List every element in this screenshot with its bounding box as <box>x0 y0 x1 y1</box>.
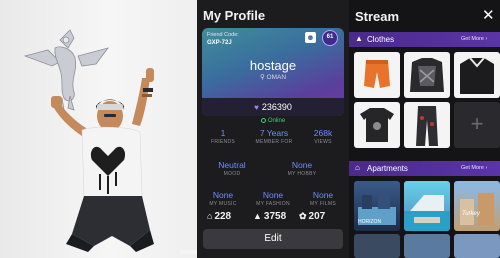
stat-label: FRIENDS <box>210 139 236 145</box>
online-clock-icon <box>260 118 266 123</box>
stream-panel: Stream ✕ ▲ Clothes Get More › + ⌂ Apartm… <box>349 0 500 258</box>
clothes-get-more-link[interactable]: Get More › <box>461 36 487 42</box>
count-value: 3758 <box>263 211 287 222</box>
shirt-icon: ▲ <box>253 211 262 221</box>
avatar-scene[interactable] <box>0 0 197 258</box>
credits-value: 236390 <box>261 102 292 112</box>
shorts-thumbnail <box>364 60 390 88</box>
hobby-label: MY HOBBY <box>287 171 317 177</box>
films-label: MY FILMS <box>310 201 336 207</box>
music-value: None <box>212 190 234 200</box>
friend-code-value: GXP-72J <box>207 40 232 46</box>
fashion-field[interactable]: None MY FASHION <box>249 190 297 207</box>
pants-thumbnail <box>416 106 438 146</box>
music-label: MY MUSIC <box>209 201 237 207</box>
pets-count[interactable]: ✿ 207 <box>299 211 325 222</box>
apartment-thumbnail <box>404 195 450 231</box>
avatar-head <box>96 99 124 131</box>
avatar-shirt <box>81 126 143 200</box>
stat-value: 268k <box>313 128 333 138</box>
location: ⚲ OMAN <box>202 73 344 81</box>
apartments-label: Apartments <box>367 164 408 173</box>
location-pin-icon: ⚲ <box>259 74 267 81</box>
paw-icon: ✿ <box>299 211 307 221</box>
credits-bar[interactable]: ♥ 236390 <box>202 98 344 116</box>
dragon-pet <box>23 29 110 113</box>
get-more-label: Get More <box>461 165 484 171</box>
hobby-value: None <box>291 160 313 170</box>
level-badge: 61 <box>322 30 338 46</box>
fashion-value: None <box>262 190 284 200</box>
get-more-label: Get More <box>461 36 484 42</box>
stat-friends[interactable]: 1 FRIENDS <box>201 128 245 145</box>
home-icon: ⌂ <box>207 211 213 221</box>
music-field[interactable]: None MY MUSIC <box>199 190 247 207</box>
mood-field[interactable]: Neutral MOOD <box>207 160 257 177</box>
apartment-item[interactable] <box>454 234 500 258</box>
count-value: 228 <box>214 211 232 222</box>
heart-icon: ♥ <box>254 103 259 112</box>
location-text: OMAN <box>266 74 287 81</box>
apartment-item[interactable] <box>404 234 450 258</box>
stat-member-for: 7 Years MEMBER FOR <box>249 128 299 145</box>
films-value: None <box>312 190 334 200</box>
add-friend-icon[interactable]: ☻ <box>305 32 316 43</box>
apartment-item[interactable] <box>404 181 450 231</box>
apartments-count[interactable]: ⌂ 228 <box>207 211 231 222</box>
clothes-section-header[interactable]: ▲ Clothes Get More › <box>349 32 500 47</box>
avatar-illustration <box>23 29 154 252</box>
add-clothes-button[interactable]: + <box>454 102 500 148</box>
apartment-tile-label: HORIZON <box>358 219 382 225</box>
apartment-item[interactable] <box>354 234 400 258</box>
avatar-pants <box>66 196 154 252</box>
films-field[interactable]: None MY FILMS <box>299 190 347 207</box>
clothes-item[interactable] <box>354 52 400 98</box>
online-status-text: Online <box>267 118 286 125</box>
hobby-field[interactable]: None MY HOBBY <box>277 160 327 177</box>
mood-value: Neutral <box>218 160 246 170</box>
friend-code-label: Friend Code: <box>207 32 239 38</box>
username: hostage <box>249 58 297 73</box>
stat-value: 1 <box>220 128 226 138</box>
edit-button[interactable]: Edit <box>203 229 343 249</box>
clothes-item[interactable] <box>404 52 450 98</box>
profile-panel: My Profile Friend Code: GXP-72J ☻ 61 hos… <box>197 0 349 258</box>
online-status: Online <box>197 118 349 124</box>
clothes-item[interactable] <box>454 52 500 98</box>
apartments-section-header[interactable]: ⌂ Apartments Get More › <box>349 161 500 176</box>
stat-label: VIEWS <box>314 139 332 145</box>
tshirt-thumbnail <box>360 108 394 142</box>
jacket-thumbnail <box>410 58 444 92</box>
count-value: 207 <box>308 211 326 222</box>
profile-card[interactable]: Friend Code: GXP-72J ☻ 61 hostage ⚲ OMAN… <box>202 28 344 116</box>
clothes-item[interactable] <box>354 102 400 148</box>
stat-views: 268k VIEWS <box>301 128 345 145</box>
hoodie-thumbnail <box>460 57 494 94</box>
apartments-get-more-link[interactable]: Get More › <box>461 165 487 171</box>
apartment-tile-label: Turkey <box>462 211 480 217</box>
home-icon: ⌂ <box>355 163 360 172</box>
apartment-item[interactable]: HORIZON <box>354 181 400 231</box>
stream-title: Stream <box>355 9 400 24</box>
inventory-counts: ⌂ 228 ▲ 3758 ✿ 207 <box>197 211 349 223</box>
close-icon[interactable]: ✕ <box>482 6 495 24</box>
mood-label: MOOD <box>223 171 241 177</box>
apartment-thumbnail <box>460 193 494 225</box>
stat-value: 7 Years <box>259 128 289 138</box>
clothes-item[interactable] <box>404 102 450 148</box>
clothes-count[interactable]: ▲ 3758 <box>253 211 286 222</box>
stat-label: MEMBER FOR <box>255 139 293 145</box>
shirt-icon: ▲ <box>355 34 363 43</box>
fashion-label: MY FASHION <box>256 201 290 207</box>
page-title: My Profile <box>203 8 266 23</box>
clothes-label: Clothes <box>367 35 395 44</box>
apartment-item[interactable]: Turkey <box>454 181 500 231</box>
